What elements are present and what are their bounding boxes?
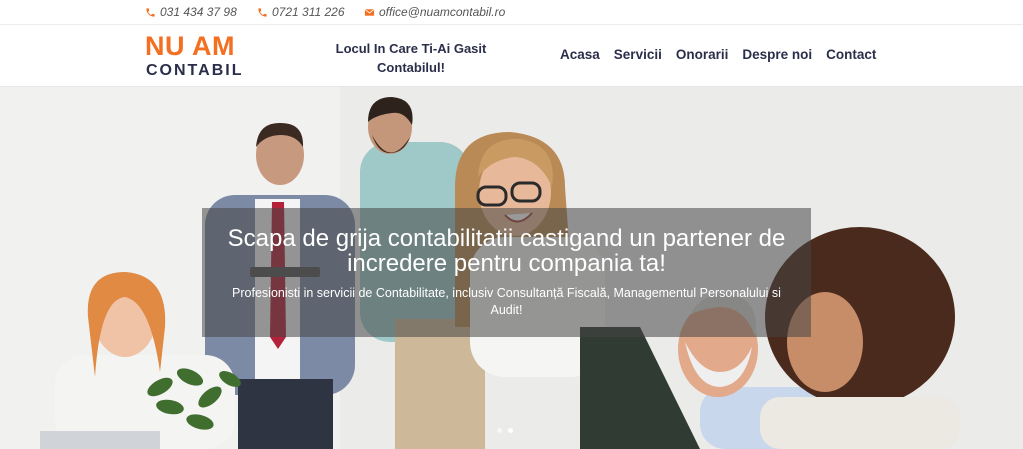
logo[interactable]: NU AM CONTABIL bbox=[145, 33, 267, 81]
hero-caption: Scapa de grija contabilitatii castigand … bbox=[202, 208, 811, 337]
nav-item-despre-noi[interactable]: Despre noi bbox=[742, 47, 812, 62]
phone-icon bbox=[146, 7, 155, 17]
hero-slider: Scapa de grija contabilitatii castigand … bbox=[0, 87, 1023, 449]
site-header: NU AM CONTABIL Locul In Care Ti-Ai Gasit… bbox=[0, 25, 1023, 87]
nav-item-contact[interactable]: Contact bbox=[826, 47, 876, 62]
main-nav: Acasa Servicii Onorarii Despre noi Conta… bbox=[560, 47, 876, 62]
nav-item-acasa[interactable]: Acasa bbox=[560, 47, 600, 62]
logo-text-bottom: CONTABIL bbox=[146, 62, 244, 79]
nav-item-servicii[interactable]: Servicii bbox=[614, 47, 662, 62]
phone-number-1: 031 434 37 98 bbox=[160, 5, 237, 19]
phone-contact-1[interactable]: 031 434 37 98 bbox=[145, 5, 237, 19]
phone-number-2: 0721 311 226 bbox=[272, 5, 345, 19]
phone-contact-2[interactable]: 0721 311 226 bbox=[257, 5, 345, 19]
hero-subheading: Profesionisti in servicii de Contabilita… bbox=[232, 286, 781, 317]
tagline: Locul In Care Ti-Ai Gasit Contabilul! bbox=[335, 41, 487, 75]
phone-icon bbox=[258, 7, 267, 17]
nav-item-onorarii[interactable]: Onorarii bbox=[676, 47, 729, 62]
email-address: office@nuamcontabil.ro bbox=[379, 5, 506, 19]
envelope-icon bbox=[364, 8, 375, 16]
hero-heading: Scapa de grija contabilitatii castigand … bbox=[227, 225, 786, 277]
email-contact[interactable]: office@nuamcontabil.ro bbox=[364, 5, 505, 19]
logo-text-top: NU AM bbox=[145, 31, 235, 61]
slider-dot-2[interactable] bbox=[508, 428, 513, 433]
slider-dot-1[interactable] bbox=[497, 428, 502, 433]
slider-pagination bbox=[497, 428, 513, 433]
top-contact-bar: 031 434 37 98 0721 311 226 office@nuamco… bbox=[0, 0, 1023, 25]
